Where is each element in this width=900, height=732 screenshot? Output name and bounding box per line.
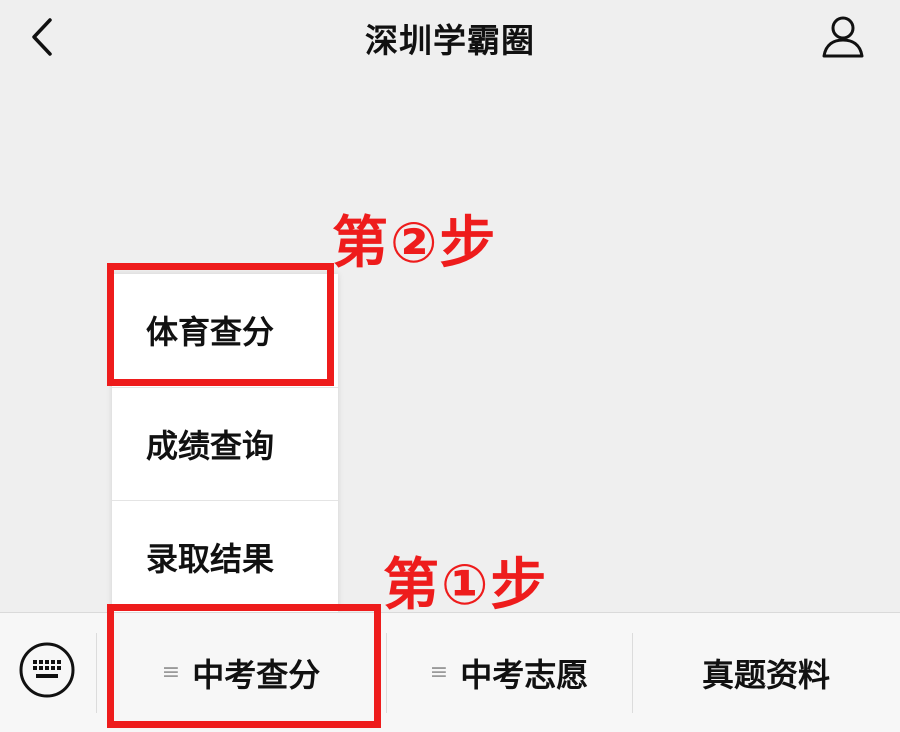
top-nav-bar: 深圳学霸圈: [0, 0, 900, 80]
tab-exam-materials[interactable]: 真题资料: [632, 613, 900, 732]
step1-annotation: 第①步: [383, 553, 549, 618]
profile-button[interactable]: [818, 12, 868, 62]
tab-label: 中考志愿: [460, 655, 589, 694]
menu-lines-icon: ≡: [429, 660, 449, 685]
tab-exam-choice[interactable]: ≡ 中考志愿: [386, 613, 632, 732]
menu-item-admission-result[interactable]: 录取结果: [112, 500, 338, 612]
step2-annotation: 第②步: [332, 211, 498, 276]
tab-label: 真题资料: [701, 655, 830, 694]
menu-item-label: 成绩查询: [146, 426, 275, 465]
keyboard-toggle-button[interactable]: [18, 641, 76, 699]
highlight-box-step1: [107, 604, 381, 728]
page-title: 深圳学霸圈: [365, 21, 535, 60]
user-icon: [822, 16, 864, 58]
keyboard-icon: [19, 642, 75, 698]
menu-item-label: 录取结果: [146, 539, 275, 578]
menu-item-score-query[interactable]: 成绩查询: [112, 387, 338, 499]
highlight-box-step2: [107, 263, 334, 386]
